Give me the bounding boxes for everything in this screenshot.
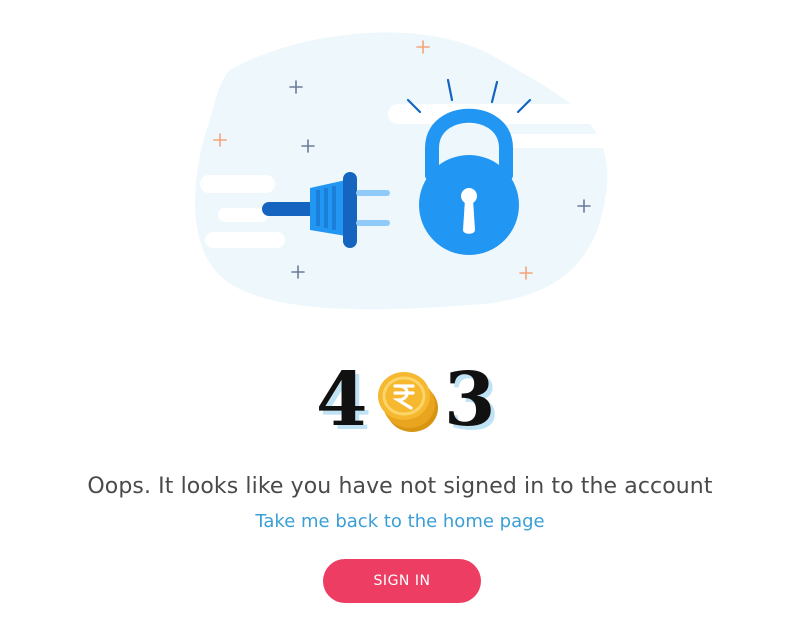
illustration (195, 32, 620, 310)
error-code-last-digit: 3 (444, 357, 496, 443)
error-code-first-digit: 4 (316, 357, 368, 443)
sign-in-button[interactable]: SIGN IN (323, 559, 481, 603)
error-code: 4 3 (0, 360, 800, 440)
error-message: Oops. It looks like you have not signed … (87, 474, 713, 499)
error-page: 4 3 Oops. It looks like you have not sig… (0, 0, 800, 640)
rupee-coin-icon (378, 372, 438, 432)
background-blob (195, 32, 608, 310)
home-page-link[interactable]: Take me back to the home page (0, 511, 800, 532)
